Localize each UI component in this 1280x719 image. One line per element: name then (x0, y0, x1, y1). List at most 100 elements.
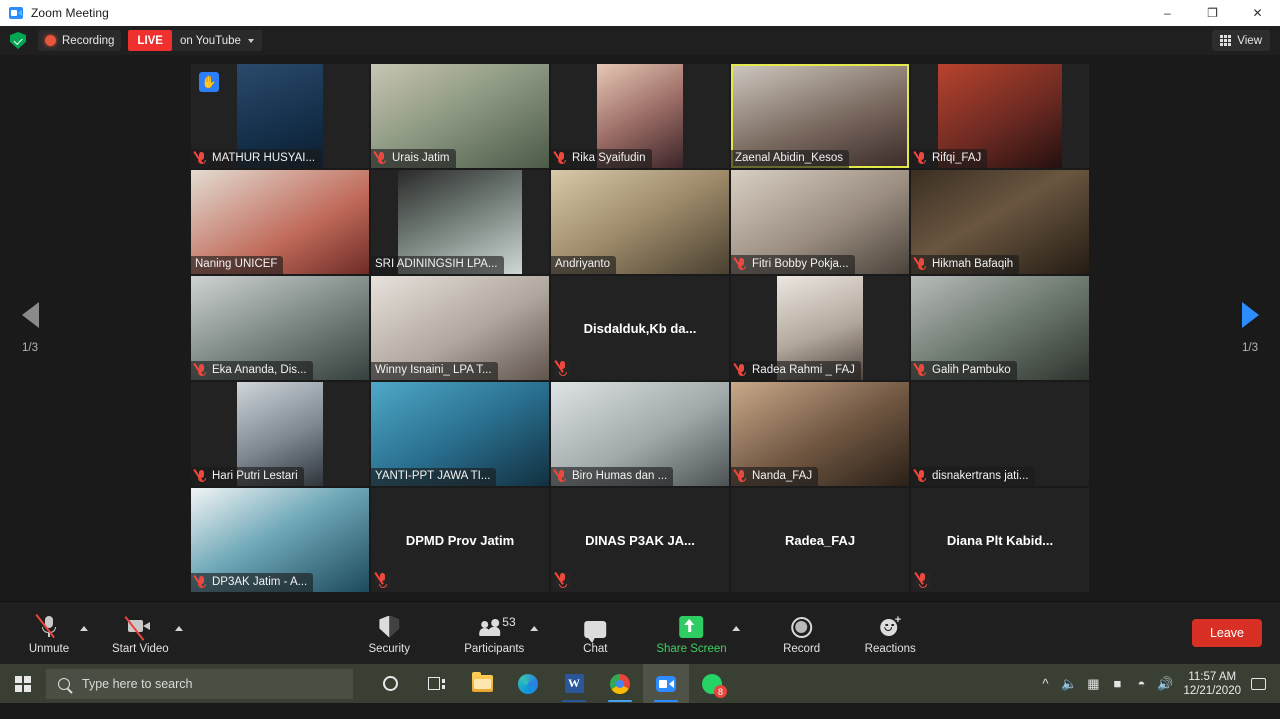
taskbar-file-explorer-icon[interactable] (459, 664, 505, 703)
participant-tile[interactable]: Fitri Bobby Pokja... (731, 170, 909, 274)
participant-name: Biro Humas dan ... (572, 469, 668, 482)
participant-tile[interactable]: Rika Syaifudin (551, 64, 729, 168)
close-button[interactable]: ✕ (1235, 0, 1280, 26)
video-options-button[interactable] (171, 601, 187, 655)
participant-name: Winny Isnaini_ LPA T... (375, 364, 492, 376)
reactions-label: Reactions (864, 642, 916, 655)
page-indicator-right: 1/3 (1242, 342, 1258, 354)
participant-tile[interactable]: Diana Plt Kabid... (911, 488, 1089, 592)
unmute-label: Unmute (28, 642, 70, 655)
participant-tile[interactable]: DP3AK Jatim - A... (191, 488, 369, 592)
notification-icon[interactable] (1251, 677, 1266, 690)
participant-name: Urais Jatim (392, 151, 450, 164)
participants-options-button[interactable] (526, 601, 542, 655)
participant-tile[interactable]: Nanda_FAJ (731, 382, 909, 486)
record-button[interactable]: Record (771, 606, 833, 660)
system-tray: ^ 🔈 ▦ ■ ◓ 🔊 11:57 AM 12/21/2020 (1033, 664, 1280, 703)
livestream-target[interactable]: on YouTube (171, 30, 262, 51)
volume-icon[interactable]: 🔊 (1153, 676, 1177, 692)
taskbar-microsoft-edge-icon[interactable] (505, 664, 551, 703)
unmute-button[interactable]: Unmute (18, 606, 80, 660)
recording-status[interactable]: Recording (38, 30, 122, 51)
participant-name-bar: Urais Jatim (371, 149, 456, 168)
security-button[interactable]: Security (358, 606, 420, 660)
audio-options-button[interactable] (76, 601, 92, 655)
share-options-button[interactable] (729, 601, 745, 655)
mic-muted-icon (915, 469, 928, 483)
chat-button[interactable]: Chat (564, 606, 626, 660)
participant-tile[interactable]: DINAS P3AK JA... (551, 488, 729, 592)
participant-tile[interactable]: Zaenal Abidin_Kesos (731, 64, 909, 168)
participant-tile[interactable]: Eka Ananda, Dis... (191, 276, 369, 380)
participant-tile[interactable]: Radea Rahmi _ FAJ (731, 276, 909, 380)
wifi-icon[interactable]: ◓ (1129, 676, 1153, 691)
zoom-top-bar: Recording LIVE on YouTube View (0, 26, 1280, 55)
participant-tile[interactable]: ✋ MATHUR HUSYAI... (191, 64, 369, 168)
record-dot-icon (45, 35, 56, 46)
participant-tile[interactable]: DPMD Prov Jatim (371, 488, 549, 592)
participant-tile[interactable]: YANTI-PPT JAWA TI... (371, 382, 549, 486)
start-video-button[interactable]: Start Video (106, 606, 175, 660)
chevron-up-icon[interactable]: ^ (1033, 676, 1057, 691)
participant-name: DP3AK Jatim - A... (212, 575, 308, 588)
participant-tile[interactable]: Hari Putri Lestari (191, 382, 369, 486)
mic-muted-icon (555, 360, 571, 376)
zoom-icon (9, 7, 23, 19)
grid-icon (1220, 35, 1232, 46)
start-button[interactable] (0, 664, 46, 703)
leave-button[interactable]: Leave (1191, 619, 1262, 647)
meeting-toolbar: Unmute Start Video Security 53 Participa… (0, 601, 1280, 664)
chevron-left-icon (21, 302, 39, 328)
search-input[interactable]: Type here to search (46, 668, 353, 699)
participant-tile[interactable]: Biro Humas dan ... (551, 382, 729, 486)
mic-muted-icon (915, 257, 928, 271)
taskbar-task-view-icon[interactable] (413, 664, 459, 703)
participant-tile[interactable]: Winny Isnaini_ LPA T... (371, 276, 549, 380)
participant-name-bar: Andriyanto (551, 256, 616, 274)
toolbar-left-group: Unmute Start Video (18, 606, 187, 660)
participants-button[interactable]: 53 Participants (458, 606, 530, 660)
participant-tile[interactable]: Disdalduk,Kb da... (551, 276, 729, 380)
view-button[interactable]: View (1212, 30, 1270, 51)
participant-tile[interactable]: Andriyanto (551, 170, 729, 274)
participant-tile[interactable]: SRI ADININGSIH LPA... (371, 170, 549, 274)
mic-muted-icon (555, 469, 568, 483)
reactions-button[interactable]: + Reactions (859, 606, 922, 660)
chevron-down-icon[interactable] (247, 38, 254, 43)
battery-icon[interactable]: ■ (1105, 676, 1129, 691)
maximize-button[interactable]: ❐ (1190, 0, 1235, 26)
window-title: Zoom Meeting (31, 6, 109, 20)
participant-tile[interactable]: Naning UNICEF (191, 170, 369, 274)
participant-name-bar: YANTI-PPT JAWA TI... (371, 468, 497, 486)
share-screen-button[interactable]: Share Screen (650, 606, 732, 660)
taskbar-whatsapp-icon[interactable]: 8 (689, 664, 735, 703)
participant-tile[interactable]: Rifqi_FAJ (911, 64, 1089, 168)
participant-tile[interactable]: Radea_FAJ (731, 488, 909, 592)
participant-tile[interactable]: Urais Jatim (371, 64, 549, 168)
people-icon: 53 (479, 612, 516, 638)
taskbar-cortana-icon[interactable] (367, 664, 413, 703)
minimize-button[interactable]: – (1145, 0, 1190, 26)
display-icon[interactable]: ▦ (1081, 676, 1105, 692)
previous-page-button[interactable]: 1/3 (0, 55, 60, 601)
participant-name: Rika Syaifudin (572, 151, 646, 164)
taskbar-microsoft-word-icon[interactable]: W (551, 664, 597, 703)
next-page-button[interactable]: 1/3 (1220, 55, 1280, 601)
participant-name: disnakertrans jati... (932, 469, 1029, 482)
clock[interactable]: 11:57 AM 12/21/2020 (1183, 670, 1241, 698)
taskbar-zoom-icon[interactable] (643, 664, 689, 703)
chevron-up-icon (732, 625, 741, 631)
taskbar-google-chrome-icon[interactable] (597, 664, 643, 703)
shield-encryption-icon[interactable] (10, 32, 26, 49)
participant-name: Naning UNICEF (195, 258, 278, 270)
participant-tile[interactable]: Hikmah Bafaqih (911, 170, 1089, 274)
mic-muted-icon (555, 572, 571, 588)
record-circle-icon (791, 612, 813, 638)
participant-tile[interactable]: disnakertrans jati... (911, 382, 1089, 486)
microphone-icon[interactable]: 🔈 (1057, 676, 1081, 692)
search-icon (58, 677, 70, 690)
chevron-up-icon (174, 625, 183, 631)
mic-muted-icon (915, 572, 931, 588)
participants-count: 53 (502, 614, 516, 629)
participant-tile[interactable]: Galih Pambuko (911, 276, 1089, 380)
